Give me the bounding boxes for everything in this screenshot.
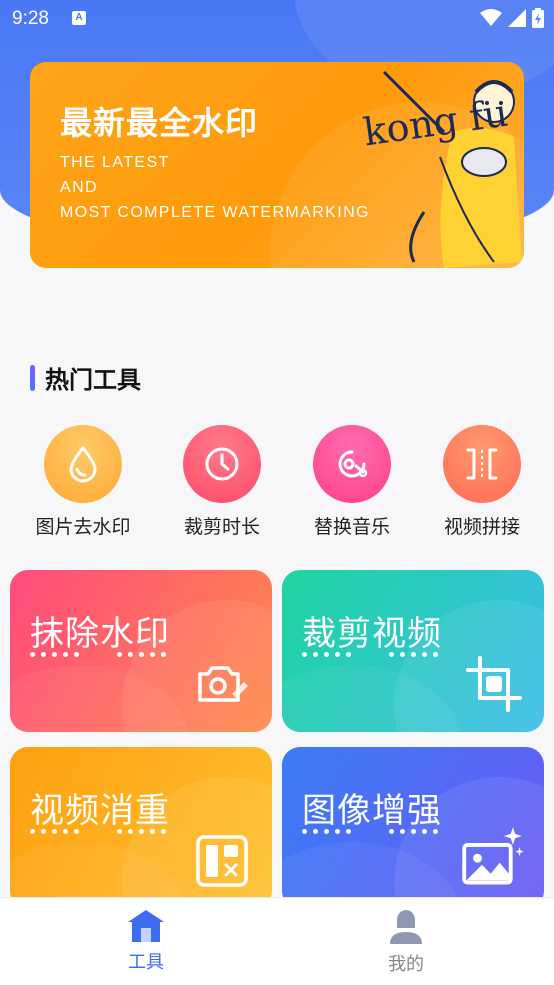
hot-tools-row: 图片去水印 裁剪时长 替换音乐 视频拼接 bbox=[10, 425, 544, 545]
tool-trim-duration[interactable]: 裁剪时长 bbox=[152, 425, 292, 539]
user-icon bbox=[390, 910, 422, 944]
card-image-enhance[interactable]: 图像增强 bbox=[282, 747, 544, 909]
video-dedupe-icon bbox=[196, 835, 248, 887]
status-time: 9:28 bbox=[12, 8, 49, 29]
card-title: 视频消重 bbox=[30, 791, 170, 831]
section-accent-bar bbox=[30, 364, 35, 391]
card-erase-watermark[interactable]: 抹除水印 bbox=[10, 570, 272, 732]
tool-label: 图片去水印 bbox=[35, 516, 131, 538]
status-icons bbox=[480, 8, 544, 28]
banner-subtitle-line: THE LATEST bbox=[60, 154, 170, 171]
banner-subtitle-line: MOST COMPLETE WATERMARKING bbox=[60, 204, 370, 221]
music-disc-icon bbox=[338, 450, 368, 478]
splice-icon bbox=[466, 448, 498, 480]
tool-icon-bg bbox=[443, 425, 521, 503]
tool-video-splice[interactable]: 视频拼接 bbox=[412, 425, 552, 539]
card-video-dedupe[interactable]: 视频消重 bbox=[10, 747, 272, 909]
card-title: 抹除水印 bbox=[30, 614, 170, 654]
image-enhance-icon bbox=[462, 827, 524, 885]
tool-icon-bg bbox=[313, 425, 391, 503]
card-title: 图像增强 bbox=[302, 791, 442, 831]
tool-label: 裁剪时长 bbox=[183, 516, 260, 538]
notification-icon: A bbox=[72, 11, 86, 25]
banner-title: 最新最全水印 bbox=[60, 104, 259, 142]
battery-icon bbox=[532, 8, 544, 28]
card-crop-video[interactable]: 裁剪视频 bbox=[282, 570, 544, 732]
section-hot-tools: 热门工具 bbox=[30, 360, 141, 395]
status-bar: 9:28 A bbox=[0, 0, 554, 40]
card-dots bbox=[302, 652, 438, 657]
nav-label: 工具 bbox=[128, 952, 164, 973]
nav-mine[interactable]: 我的 bbox=[346, 908, 466, 976]
tool-icon-bg bbox=[183, 425, 261, 503]
water-drop-icon bbox=[69, 445, 97, 483]
banner-subtitle: THE LATEST AND MOST COMPLETE WATERMARKIN… bbox=[60, 150, 370, 225]
home-icon bbox=[128, 910, 164, 942]
signal-icon bbox=[508, 9, 526, 27]
tool-remove-watermark[interactable]: 图片去水印 bbox=[13, 425, 153, 539]
nav-tools[interactable]: 工具 bbox=[86, 908, 206, 974]
clock-icon bbox=[205, 447, 239, 481]
section-title: 热门工具 bbox=[45, 366, 141, 394]
bottom-navigation: 工具 我的 bbox=[0, 897, 554, 985]
tool-label: 替换音乐 bbox=[313, 516, 390, 538]
banner-subtitle-line: AND bbox=[60, 179, 98, 196]
camera-erase-icon bbox=[198, 666, 248, 702]
tool-label: 视频拼接 bbox=[443, 516, 520, 538]
card-dots bbox=[302, 829, 438, 834]
card-dots bbox=[30, 829, 166, 834]
kongfu-illustration: kong fu bbox=[361, 70, 522, 268]
tool-replace-music[interactable]: 替换音乐 bbox=[282, 425, 422, 539]
nav-label: 我的 bbox=[388, 954, 424, 975]
card-dots bbox=[30, 652, 166, 657]
promo-banner[interactable]: 最新最全水印 THE LATEST AND MOST COMPLETE WATE… bbox=[30, 62, 524, 268]
wifi-icon bbox=[480, 9, 502, 26]
card-title: 裁剪视频 bbox=[302, 614, 442, 654]
crop-icon bbox=[466, 656, 522, 712]
tool-icon-bg bbox=[44, 425, 122, 503]
